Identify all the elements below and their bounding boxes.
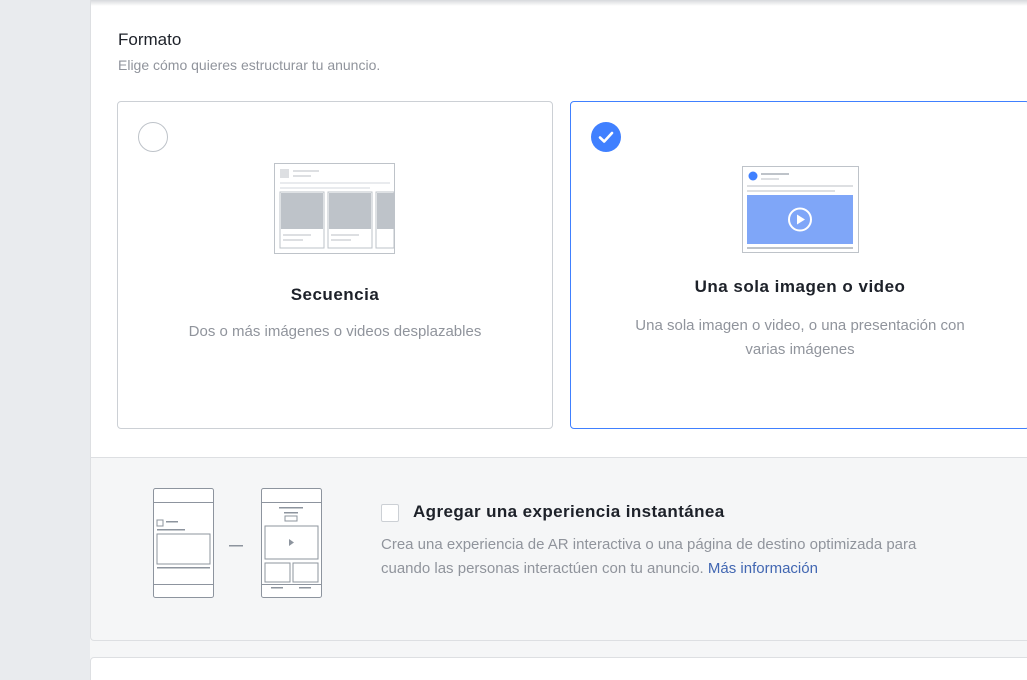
radio-unselected-icon[interactable] [138,122,168,152]
instant-experience-checkbox[interactable] [381,504,399,522]
left-gutter [0,0,90,680]
radio-selected-check-icon[interactable] [591,122,621,152]
single-media-description-line2: varias imágenes [745,341,855,358]
instant-experience-description-line1: Crea una experiencia de AR interactiva o… [381,536,917,553]
instant-experience-illustration-icon [153,488,322,598]
single-media-description: Una sola imagen o video, o una presentac… [591,314,1009,362]
learn-more-link[interactable]: Más información [708,560,818,577]
single-media-description-line1: Una sola imagen o video, o una presentac… [635,317,965,334]
format-option-single-media[interactable]: Una sola imagen o video Una sola imagen … [570,101,1027,429]
section-title: Formato [118,30,182,49]
format-panel: Formato Elige cómo quieres estructurar t… [90,0,1027,641]
single-media-illustration-icon [742,166,859,253]
single-media-label: Una sola imagen o video [694,277,906,296]
page: Formato Elige cómo quieres estructurar t… [0,0,1027,680]
instant-experience-section: Agregar una experiencia instantánea Crea… [91,458,1027,641]
instant-experience-title: Agregar una experiencia instantánea [413,502,725,521]
next-section-panel [90,657,1027,680]
instant-experience-description-line2-text: cuando las personas interactúen con tu a… [381,560,704,577]
section-subtitle: Elige cómo quieres estructurar tu anunci… [118,57,381,73]
carousel-label: Secuencia [290,285,380,304]
instant-experience-description: Crea una experiencia de AR interactiva o… [381,533,1027,581]
carousel-illustration-icon [274,163,395,254]
carousel-description: Dos o más imágenes o videos desplazables [188,323,482,340]
format-option-carousel[interactable]: Secuencia Dos o más imágenes o videos de… [117,101,553,429]
instant-experience-description-line2: cuando las personas interactúen con tu a… [381,557,1027,581]
format-section: Formato Elige cómo quieres estructurar t… [91,0,1027,458]
